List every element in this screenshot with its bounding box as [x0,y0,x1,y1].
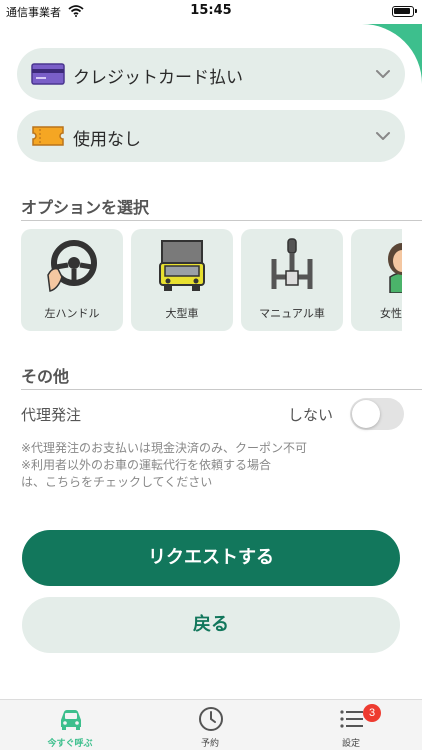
option-manual-car[interactable]: マニュアル車 [241,229,343,331]
battery-icon [392,6,417,17]
status-time: 15:45 [190,3,232,18]
other-section-title: その他 [21,367,70,386]
toggle-knob [352,400,380,428]
proxy-order-label: 代理発注 [21,406,82,424]
status-bar: 通信事業者 15:45 [0,0,422,24]
payment-method-select[interactable]: クレジットカード払い [17,48,405,100]
coupon-label: 使用なし [73,130,141,150]
tab-bar: 今すぐ呼ぶ 予約 3 設定 [0,699,422,750]
payment-method-label: クレジットカード払い [73,68,243,88]
option-left-hand-drive[interactable]: 左ハンドル [21,229,123,331]
request-button[interactable]: リクエストする [22,530,400,586]
options-section-title: オプションを選択 [21,198,150,217]
tab-settings[interactable]: 3 設定 [301,700,401,750]
credit-card-icon [31,63,65,85]
option-label: 大型車 [165,307,199,320]
ticket-icon [32,126,64,146]
tab-reservation[interactable]: 予約 [160,700,260,750]
clock-icon [199,707,223,731]
option-label: 左ハンドル [44,307,100,320]
option-label: マニュアル車 [259,307,325,320]
proxy-order-value: しない [288,406,334,424]
option-label: 女性ドラ [380,307,402,320]
proxy-order-note: は、こちらをチェックしてください [21,475,213,489]
steering-wheel-icon [47,240,97,292]
option-large-vehicle[interactable]: 大型車 [131,229,233,331]
proxy-order-note: ※代理発注のお支払いは現金決済のみ、クーポン不可 [21,441,308,455]
options-divider [21,220,422,221]
proxy-order-note: ※利用者以外のお車の運転代行を依頼する場合 [21,458,272,472]
other-divider [21,389,422,390]
option-female-driver[interactable]: 女性ドラ [351,229,402,331]
notification-badge: 3 [363,704,381,722]
tab-label: 予約 [200,739,219,749]
chevron-down-icon [376,70,390,78]
car-icon [61,710,81,730]
truck-icon [159,240,205,291]
gear-shift-icon [271,238,313,289]
coupon-select[interactable]: 使用なし [17,110,405,162]
list-icon [340,710,363,728]
proxy-order-toggle[interactable] [350,398,404,430]
chevron-down-icon [376,132,390,140]
tab-label: 今すぐ呼ぶ [47,739,93,749]
tab-call-now[interactable]: 今すぐ呼ぶ [20,700,120,750]
options-carousel[interactable]: 左ハンドル 大型車 マニュアル車 女性ドラ [21,229,402,331]
female-driver-icon [388,243,402,293]
back-button[interactable]: 戻る [22,597,400,653]
tab-label: 設定 [341,739,360,749]
